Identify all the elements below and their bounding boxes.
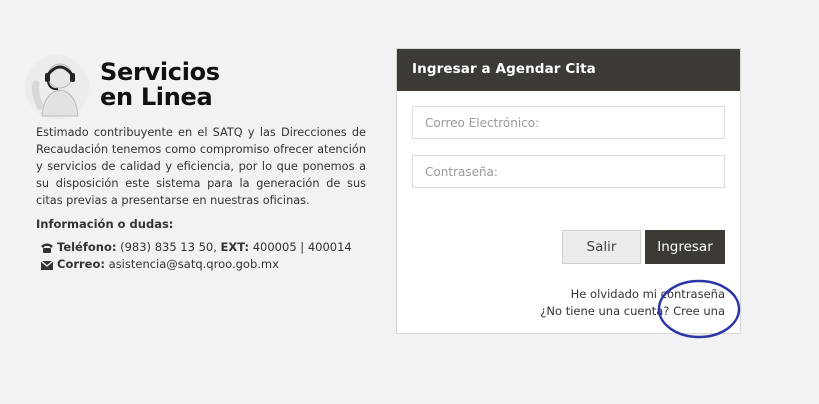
- contact-info: Teléfono: (983) 835 13 50, EXT: 400005 |…: [36, 239, 366, 273]
- login-panel: Ingresar a Agendar Cita Salir Ingresar H…: [396, 48, 741, 334]
- password-field[interactable]: [412, 155, 725, 188]
- phone-icon: [40, 242, 54, 254]
- info-section: Servicios en Linea Estimado contribuyent…: [25, 50, 366, 273]
- envelope-icon: [40, 259, 54, 271]
- login-button[interactable]: Ingresar: [645, 230, 725, 264]
- email-field[interactable]: [412, 106, 725, 139]
- account-links: He olvidado mi contraseña ¿No tiene una …: [540, 286, 725, 320]
- description-text: Estimado contribuyente en el SATQ y las …: [36, 126, 366, 207]
- contact-heading: Información o dudas:: [36, 217, 174, 231]
- brand-title-line1: Servicios: [100, 58, 220, 86]
- email-row: Correo: asistencia@satq.qroo.gob.mx: [40, 256, 366, 273]
- ext-label: EXT:: [220, 240, 250, 254]
- brand: Servicios en Linea: [25, 50, 366, 122]
- login-header: Ingresar a Agendar Cita: [397, 49, 740, 91]
- email-label: Correo:: [57, 257, 105, 271]
- forgot-password-link[interactable]: He olvidado mi contraseña: [540, 286, 725, 303]
- phone-value: (983) 835 13 50,: [120, 240, 217, 254]
- support-avatar-icon: [24, 54, 90, 120]
- email-value: asistencia@satq.qroo.gob.mx: [108, 257, 279, 271]
- exit-button[interactable]: Salir: [562, 230, 641, 264]
- phone-row: Teléfono: (983) 835 13 50, EXT: 400005 |…: [40, 239, 366, 256]
- brand-title-line2: en Linea: [100, 83, 213, 111]
- signup-link[interactable]: ¿No tiene una cuenta? Cree una: [540, 303, 725, 320]
- phone-label: Teléfono:: [57, 240, 117, 254]
- ext-value: 400005 | 400014: [252, 240, 352, 254]
- brand-title: Servicios en Linea: [100, 60, 220, 110]
